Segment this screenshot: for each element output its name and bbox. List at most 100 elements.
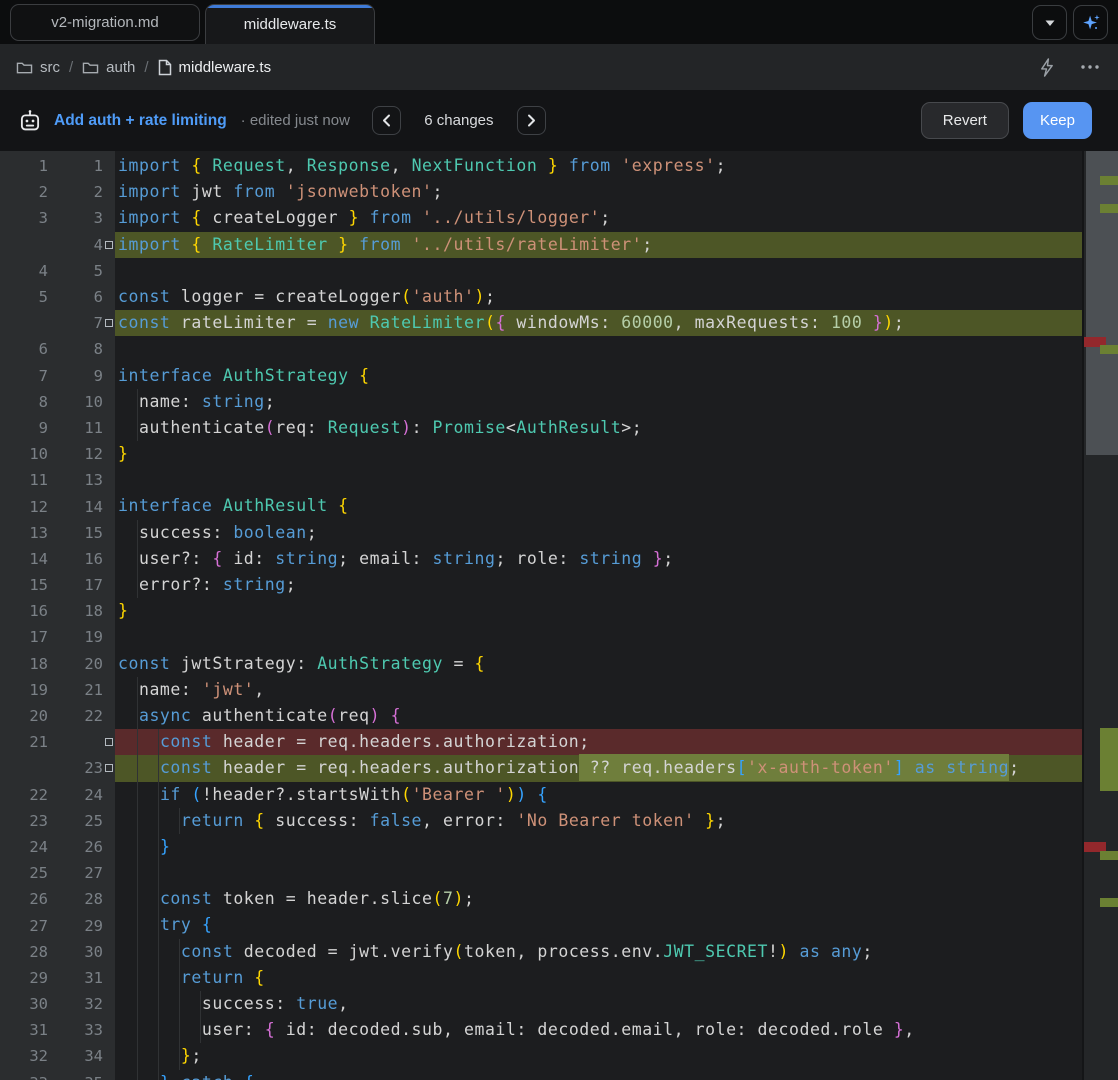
line-number-new: 18 bbox=[48, 602, 103, 620]
tab-middleware[interactable]: middleware.ts bbox=[205, 4, 375, 44]
code-line: authenticate(req: Request): Promise<Auth… bbox=[115, 415, 1082, 441]
line-number-old: 12 bbox=[0, 498, 48, 516]
code-row[interactable]: 3032 success: true, bbox=[0, 991, 1082, 1017]
code-row[interactable]: 45 bbox=[0, 258, 1082, 284]
code-row[interactable]: 33import { createLogger } from '../utils… bbox=[0, 205, 1082, 231]
code-row[interactable]: 2931 return { bbox=[0, 965, 1082, 991]
ellipsis-icon[interactable] bbox=[1080, 64, 1100, 70]
code-row[interactable]: 2426 } bbox=[0, 834, 1082, 860]
code-line bbox=[115, 860, 1082, 886]
code-row[interactable]: 2527 bbox=[0, 860, 1082, 886]
code-row[interactable]: 1820const jwtStrategy: AuthStrategy = { bbox=[0, 651, 1082, 677]
marker-space bbox=[103, 939, 115, 965]
code-row[interactable]: 810 name: string; bbox=[0, 389, 1082, 415]
changes-count: 6 changes bbox=[421, 112, 497, 129]
code-row[interactable]: 1113 bbox=[0, 467, 1082, 493]
revert-button[interactable]: Revert bbox=[921, 102, 1009, 139]
code-row[interactable]: 1315 success: boolean; bbox=[0, 520, 1082, 546]
gutter: 2729 bbox=[0, 912, 115, 938]
keep-button[interactable]: Keep bbox=[1023, 102, 1092, 139]
gutter: 2830 bbox=[0, 939, 115, 965]
zap-icon[interactable] bbox=[1037, 57, 1056, 78]
code-row[interactable]: 4import { RateLimiter } from '../utils/r… bbox=[0, 232, 1082, 258]
code-row[interactable]: 1719 bbox=[0, 624, 1082, 650]
line-number-old: 22 bbox=[0, 786, 48, 804]
code-row[interactable]: 1416 user?: { id: string; email: string;… bbox=[0, 546, 1082, 572]
code-row[interactable]: 1214interface AuthResult { bbox=[0, 493, 1082, 519]
marker-space bbox=[103, 441, 115, 467]
code-row[interactable]: 68 bbox=[0, 336, 1082, 362]
edited-status: · edited just now bbox=[241, 112, 350, 129]
code-row[interactable]: 11import { Request, Response, NextFuncti… bbox=[0, 153, 1082, 179]
code-editor[interactable]: 11import { Request, Response, NextFuncti… bbox=[0, 151, 1118, 1080]
code-row[interactable]: 3335 } catch { bbox=[0, 1070, 1082, 1080]
breadcrumb-src[interactable]: src bbox=[16, 59, 60, 76]
diff-mark-added bbox=[1100, 176, 1118, 185]
code-row[interactable]: 56const logger = createLogger('auth'); bbox=[0, 284, 1082, 310]
code-row[interactable]: 3234 }; bbox=[0, 1043, 1082, 1069]
diff-review-bar: Add auth + rate limiting · edited just n… bbox=[0, 90, 1118, 151]
code-row[interactable]: 1921 name: 'jwt', bbox=[0, 677, 1082, 703]
breadcrumb-file[interactable]: middleware.ts bbox=[158, 59, 272, 76]
line-number-new: 27 bbox=[48, 864, 103, 882]
code-row[interactable]: 23 const header = req.headers.authorizat… bbox=[0, 755, 1082, 781]
code-row[interactable]: 2729 try { bbox=[0, 912, 1082, 938]
line-number-old: 16 bbox=[0, 602, 48, 620]
gutter: 1214 bbox=[0, 493, 115, 519]
code-row[interactable]: 2830 const decoded = jwt.verify(token, p… bbox=[0, 939, 1082, 965]
line-number-old: 9 bbox=[0, 419, 48, 437]
code-row[interactable]: 2022 async authenticate(req) { bbox=[0, 703, 1082, 729]
gutter: 2628 bbox=[0, 886, 115, 912]
code-line bbox=[115, 624, 1082, 650]
new-ai-tab-button[interactable] bbox=[1073, 5, 1108, 40]
gutter: 2224 bbox=[0, 782, 115, 808]
code-row[interactable]: 7const rateLimiter = new RateLimiter({ w… bbox=[0, 310, 1082, 336]
tab-dropdown-button[interactable] bbox=[1032, 5, 1067, 40]
folder-icon bbox=[16, 60, 33, 75]
code-line: name: 'jwt', bbox=[115, 677, 1082, 703]
scrollbar-thumb[interactable] bbox=[1086, 151, 1118, 455]
scrollbar[interactable] bbox=[1082, 151, 1118, 1080]
line-number-old: 15 bbox=[0, 576, 48, 594]
gutter: 1012 bbox=[0, 441, 115, 467]
code-row[interactable]: 1618} bbox=[0, 598, 1082, 624]
gutter: 2931 bbox=[0, 965, 115, 991]
gutter: 33 bbox=[0, 205, 115, 231]
code-row[interactable]: 2325 return { success: false, error: 'No… bbox=[0, 808, 1082, 834]
marker-space bbox=[103, 808, 115, 834]
line-number-new: 3 bbox=[48, 209, 103, 227]
line-number-new: 34 bbox=[48, 1047, 103, 1065]
code-row[interactable]: 2224 if (!header?.startsWith('Bearer '))… bbox=[0, 782, 1082, 808]
next-change-button[interactable] bbox=[517, 106, 546, 135]
line-number-new: 29 bbox=[48, 917, 103, 935]
line-number-old: 13 bbox=[0, 524, 48, 542]
code-row[interactable]: 911 authenticate(req: Request): Promise<… bbox=[0, 415, 1082, 441]
diff-mark-added bbox=[1100, 345, 1118, 354]
line-number-new: 30 bbox=[48, 943, 103, 961]
tab-v2-migration[interactable]: v2-migration.md bbox=[10, 4, 200, 41]
prev-change-button[interactable] bbox=[372, 106, 401, 135]
marker-space bbox=[103, 467, 115, 493]
code-row[interactable]: 1517 error?: string; bbox=[0, 572, 1082, 598]
line-number-new: 16 bbox=[48, 550, 103, 568]
code-line: user?: { id: string; email: string; role… bbox=[115, 546, 1082, 572]
code-row[interactable]: 79interface AuthStrategy { bbox=[0, 363, 1082, 389]
line-number-new: 22 bbox=[48, 707, 103, 725]
code-row[interactable]: 1012} bbox=[0, 441, 1082, 467]
line-number-new: 4 bbox=[48, 236, 103, 254]
line-number-new: 8 bbox=[48, 340, 103, 358]
marker-space bbox=[103, 1043, 115, 1069]
gutter: 911 bbox=[0, 415, 115, 441]
code-row[interactable]: 21 const header = req.headers.authorizat… bbox=[0, 729, 1082, 755]
marker-space bbox=[103, 1070, 115, 1080]
line-number-old: 1 bbox=[0, 157, 48, 175]
gutter: 79 bbox=[0, 363, 115, 389]
gutter: 21 bbox=[0, 729, 115, 755]
line-number-old: 18 bbox=[0, 655, 48, 673]
line-number-new: 5 bbox=[48, 262, 103, 280]
code-row[interactable]: 2628 const token = header.slice(7); bbox=[0, 886, 1082, 912]
code-row[interactable]: 3133 user: { id: decoded.sub, email: dec… bbox=[0, 1017, 1082, 1043]
breadcrumb-auth[interactable]: auth bbox=[82, 59, 135, 76]
breadcrumb-separator: / bbox=[69, 59, 73, 76]
code-row[interactable]: 22import jwt from 'jsonwebtoken'; bbox=[0, 179, 1082, 205]
